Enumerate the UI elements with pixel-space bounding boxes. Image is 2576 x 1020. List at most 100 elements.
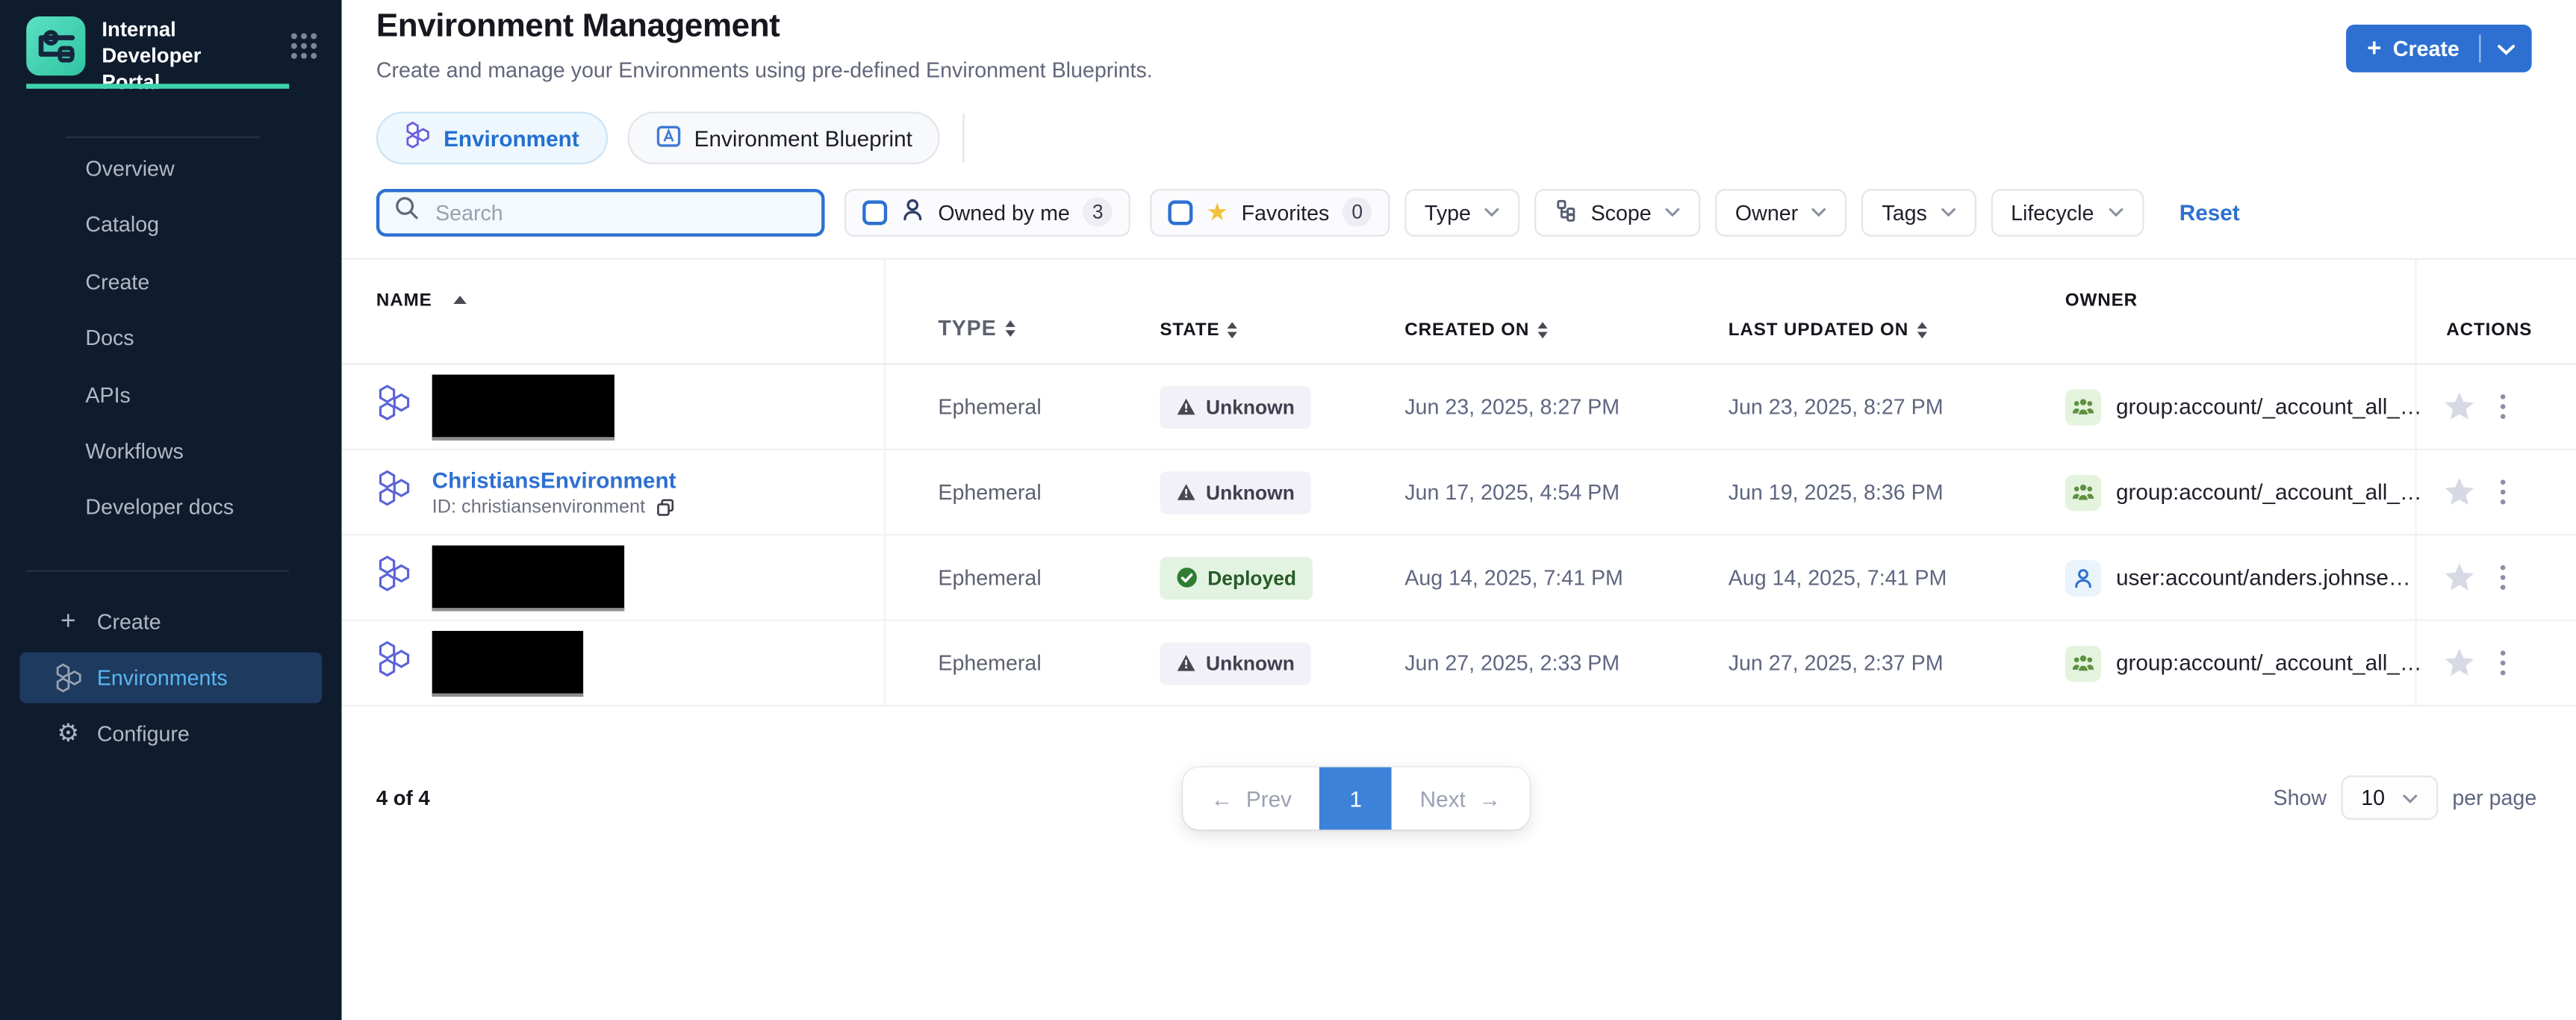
owner-ref: group:account/_account_all_… — [2116, 650, 2422, 675]
filter-label: Owned by me — [938, 199, 1069, 224]
search-box — [376, 188, 825, 236]
owner-ref: user:account/anders.johnse… — [2116, 565, 2411, 590]
sidebar-item-workflows[interactable]: Workflows — [0, 424, 342, 481]
row-menu-button[interactable] — [2497, 476, 2509, 509]
search-input[interactable] — [432, 198, 807, 226]
star-icon: ★ — [1206, 199, 1228, 224]
sidebar-item-label: Create — [97, 609, 161, 634]
entity-tabs: Environment Environment Blueprint — [376, 112, 965, 164]
created-on-cell: Jun 27, 2025, 2:33 PM — [1404, 650, 1728, 675]
sidebar-item-environments[interactable]: Environments — [19, 653, 322, 703]
favorites-checkbox[interactable] — [1169, 199, 1193, 224]
column-header-owner: OWNER — [2065, 260, 2417, 364]
status-badge-deployed: Deployed — [1160, 556, 1313, 599]
sidebar-item-catalog[interactable]: Catalog — [0, 198, 342, 255]
owned-by-me-checkbox[interactable] — [862, 199, 887, 224]
page-title: Environment Management — [376, 8, 780, 46]
sidebar-item-configure[interactable]: ⚙ Configure — [19, 708, 322, 759]
next-page-button[interactable]: Next → — [1392, 768, 1528, 830]
page-number-button[interactable]: 1 — [1319, 768, 1392, 830]
create-dropdown-toggle[interactable] — [2480, 25, 2531, 72]
table-row: Ephemeral Deployed Aug 14, 2025, 7:41 PM… — [342, 535, 2576, 621]
column-header-name[interactable]: NAME — [342, 260, 886, 364]
sidebar-item-overview[interactable]: Overview — [0, 141, 342, 198]
group-icon — [2065, 474, 2101, 510]
environment-hexagons-icon — [376, 555, 411, 601]
owner-dropdown[interactable]: Owner — [1716, 188, 1848, 236]
dropdown-label: Scope — [1591, 199, 1652, 224]
tab-environment-blueprint[interactable]: Environment Blueprint — [626, 112, 940, 164]
page-size-select[interactable]: 10 — [2342, 776, 2438, 820]
brand-underline — [26, 84, 289, 89]
sidebar-item-docs[interactable]: Docs — [0, 311, 342, 367]
sidebar-item-create-bottom[interactable]: + Create — [19, 597, 322, 647]
copy-icon[interactable] — [655, 497, 674, 517]
favorite-star-button[interactable] — [2443, 476, 2476, 508]
redacted-name-block — [432, 630, 583, 696]
tab-environment[interactable]: Environment — [376, 112, 607, 164]
status-badge-unknown: Unknown — [1160, 470, 1310, 513]
table-row: Ephemeral Unknown Jun 27, 2025, 2:33 PM … — [342, 621, 2576, 706]
environment-name-link[interactable]: ChristiansEnvironment — [432, 467, 676, 492]
create-button-label: Create — [2393, 36, 2460, 60]
favorite-star-button[interactable] — [2443, 391, 2476, 423]
group-icon — [2065, 645, 2101, 681]
column-header-last-updated-on[interactable]: LAST UPDATED ON — [1729, 320, 2065, 363]
hexagons-icon — [404, 122, 430, 155]
column-header-state[interactable]: STATE — [1160, 320, 1404, 363]
sidebar-item-create[interactable]: Create — [0, 255, 342, 311]
actions-cell — [2417, 391, 2576, 423]
plus-icon: + — [55, 609, 82, 635]
tags-dropdown[interactable]: Tags — [1862, 188, 1976, 236]
sort-icon — [1917, 322, 1926, 338]
prev-page-button[interactable]: ← Prev — [1183, 768, 1319, 830]
blueprint-icon — [655, 122, 681, 154]
owner-ref: group:account/_account_all_… — [2116, 394, 2422, 419]
state-cell: Unknown — [1160, 641, 1404, 684]
state-cell: Deployed — [1160, 556, 1404, 599]
owner-cell: user:account/anders.johnse… — [2065, 535, 2417, 619]
favorites-filter[interactable]: ★ Favorites 0 — [1151, 188, 1390, 236]
name-cell — [342, 535, 886, 619]
favorite-star-button[interactable] — [2443, 647, 2476, 679]
row-menu-button[interactable] — [2497, 562, 2509, 594]
table-row: ChristiansEnvironment ID: christiansenvi… — [342, 450, 2576, 535]
column-header-actions: ACTIONS — [2417, 320, 2576, 363]
sidebar-item-label: Configure — [97, 721, 190, 746]
chevron-down-icon — [1664, 207, 1681, 217]
chevron-down-icon — [2401, 793, 2418, 803]
tab-label: Environment Blueprint — [694, 125, 912, 150]
chevron-down-icon — [1940, 207, 1956, 217]
created-on-cell: Jun 17, 2025, 4:54 PM — [1404, 479, 1728, 504]
group-icon — [2065, 388, 2101, 424]
filter-label: Favorites — [1242, 199, 1330, 224]
lifecycle-dropdown[interactable]: Lifecycle — [1991, 188, 2144, 236]
sidebar-item-developer-docs[interactable]: Developer docs — [0, 480, 342, 537]
favorite-star-button[interactable] — [2443, 562, 2476, 593]
owned-by-me-filter[interactable]: Owned by me 3 — [844, 188, 1130, 236]
scope-dropdown[interactable]: Scope — [1535, 188, 1701, 236]
column-header-created-on[interactable]: CREATED ON — [1404, 320, 1728, 363]
chevron-down-icon — [2107, 207, 2124, 217]
sort-icon — [1228, 322, 1238, 338]
actions-cell — [2417, 476, 2576, 509]
type-cell: Ephemeral — [886, 479, 1160, 504]
row-menu-button[interactable] — [2497, 647, 2509, 680]
sidebar-item-apis[interactable]: APIs — [0, 367, 342, 424]
owner-cell: group:account/_account_all_… — [2065, 364, 2417, 448]
app-switcher-grid-icon[interactable] — [289, 31, 319, 69]
chevron-down-icon — [1811, 207, 1828, 217]
state-cell: Unknown — [1160, 385, 1404, 428]
row-menu-button[interactable] — [2497, 391, 2509, 423]
owner-ref: group:account/_account_all_… — [2116, 479, 2422, 504]
created-on-cell: Jun 23, 2025, 8:27 PM — [1404, 394, 1728, 419]
reset-filters-button[interactable]: Reset — [2180, 199, 2240, 224]
column-header-type[interactable]: TYPE — [886, 315, 1160, 363]
sidebar-nav: Overview Catalog Create Docs APIs Workfl… — [0, 141, 342, 537]
type-dropdown[interactable]: Type — [1405, 188, 1520, 236]
create-button[interactable]: + Create — [2346, 25, 2480, 72]
table-header-row: NAME TYPE STATE CREATED ON LAST UPDATED … — [342, 260, 2576, 365]
sidebar-bottom-nav: + Create Environments ⚙ Configure — [0, 597, 342, 764]
pagination-bar: 4 of 4 ← Prev 1 Next → Show 10 — [342, 759, 2576, 835]
app-logo-icon — [26, 16, 85, 75]
